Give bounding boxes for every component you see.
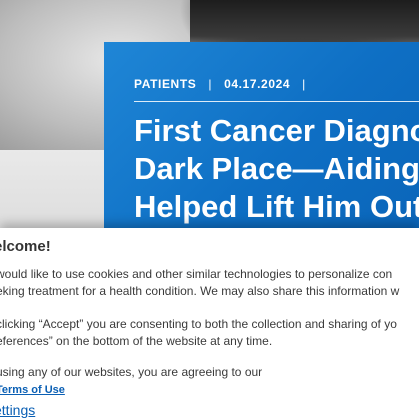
meta-separator: | bbox=[208, 77, 213, 91]
consent-text-line: using any of our websites, you are agree… bbox=[0, 364, 419, 415]
article-card[interactable]: PATIENTS | 04.17.2024 | First Cancer Diagno… bbox=[104, 42, 419, 242]
article-meta: PATIENTS | 04.17.2024 | bbox=[134, 77, 318, 91]
consent-heading: elcome! bbox=[0, 238, 51, 255]
article-title[interactable]: First Cancer Diagno Dark Place—Aiding He… bbox=[134, 112, 419, 226]
terms-prefix-text: using any of our websites, you are agree… bbox=[0, 365, 263, 379]
article-title-line: First Cancer Diagno bbox=[134, 113, 419, 148]
meta-separator-trailing: | bbox=[302, 77, 306, 91]
cookie-settings-link[interactable]: ettings bbox=[0, 402, 35, 418]
article-category[interactable]: PATIENTS bbox=[134, 77, 196, 91]
consent-paragraph-terms: using any of our websites, you are agree… bbox=[0, 364, 419, 415]
hero-image-light-region bbox=[0, 150, 110, 240]
consent-text-line: eferences” on the bottom of the website … bbox=[0, 333, 273, 348]
consent-paragraph-cookies: would like to use cookies and other simi… bbox=[0, 266, 419, 299]
article-title-line: Helped Lift Him Out bbox=[134, 189, 419, 224]
cookie-consent-panel: elcome! would like to use cookies and ot… bbox=[0, 228, 419, 419]
consent-paragraph-accept: clicking “Accept” you are consenting to … bbox=[0, 316, 419, 349]
terms-suffix-text: . bbox=[0, 398, 419, 415]
consent-text-line: clicking “Accept” you are consenting to … bbox=[0, 317, 397, 331]
terms-of-use-link[interactable]: Terms of Use bbox=[0, 384, 65, 396]
consent-text-line: would like to use cookies and other simi… bbox=[0, 267, 393, 281]
article-title-line: Dark Place—Aiding bbox=[134, 151, 419, 186]
article-date: 04.17.2024 bbox=[224, 77, 291, 91]
meta-divider bbox=[134, 101, 419, 102]
consent-text-line: eking treatment for a health condition. … bbox=[0, 283, 400, 298]
